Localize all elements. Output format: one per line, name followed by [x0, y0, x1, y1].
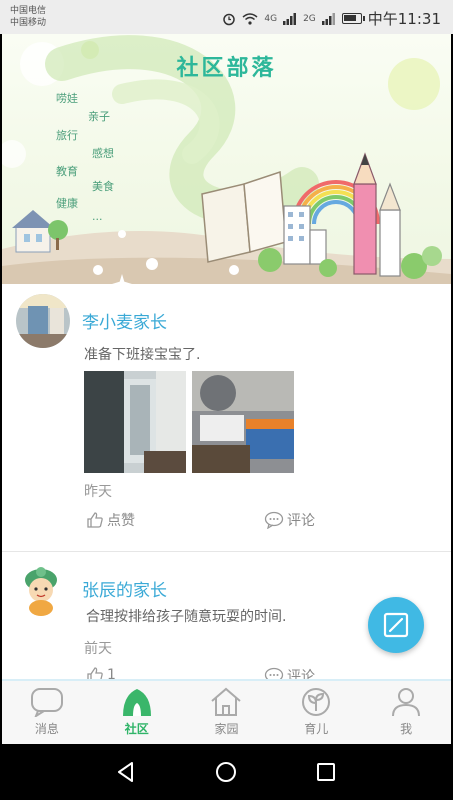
nav-label: 消息 [34, 722, 59, 736]
post-author[interactable]: 张辰的家长 [82, 576, 167, 601]
community-icon [122, 689, 151, 716]
nav-item-home[interactable]: 家园 [182, 681, 272, 744]
tag-label: 亲子 [88, 110, 110, 123]
carrier-info: 中国电信 中国移动 [10, 5, 46, 29]
post-time: 前天 [84, 641, 112, 657]
alarm-icon [223, 13, 236, 25]
post-content: 合理按排给孩子随意玩耍的时间. [86, 609, 287, 625]
avatar[interactable] [16, 294, 70, 348]
thumbs-up-icon [87, 512, 103, 528]
compose-button[interactable] [368, 597, 424, 653]
wifi-icon [242, 12, 258, 25]
post-author[interactable]: 李小麦家长 [82, 308, 167, 333]
home-icon [211, 687, 242, 716]
nav-item-parenting[interactable]: 育儿 [271, 681, 361, 744]
nav-item-messages[interactable]: 消息 [2, 681, 92, 744]
post-card[interactable]: 李小麦家长 准备下班接宝宝了. 昨天 点赞 评论 [2, 284, 451, 552]
comment-icon [264, 511, 284, 529]
avatar[interactable] [18, 566, 64, 616]
carrier-2: 中国移动 [10, 18, 47, 28]
status-bar: 中国电信 中国移动 4G 2G 中午11:31 [0, 0, 453, 34]
status-indicators: 4G 2G 中午11:31 [222, 8, 441, 29]
home-button-icon[interactable] [214, 760, 238, 784]
banner-title: 社区部落 [176, 55, 277, 81]
tags-more: ... [92, 210, 103, 223]
recents-icon[interactable] [314, 760, 338, 784]
battery-icon [341, 13, 365, 24]
bottom-nav: 消息 社区 家园 育儿 我 [2, 679, 451, 744]
nav-label: 社区 [124, 722, 149, 736]
tag-label: 美食 [92, 180, 114, 193]
clock: 中午11:31 [367, 10, 441, 28]
signal-icon [283, 12, 297, 25]
message-icon [30, 688, 63, 717]
tag-label: 感想 [92, 147, 114, 160]
signal-icon [321, 12, 335, 25]
nav-item-community[interactable]: 社区 [92, 681, 182, 744]
tag-label: 旅行 [56, 129, 78, 142]
app-screen: 社区部落 唠娃 亲子 旅行 感想 教育 美食 健康 ... 李小麦家长 准备下班… [2, 34, 451, 744]
community-banner: 社区部落 唠娃 亲子 旅行 感想 教育 美食 健康 ... [2, 34, 451, 284]
post-photo[interactable] [84, 371, 186, 473]
nav-label: 育儿 [304, 722, 329, 736]
post-time: 昨天 [84, 484, 112, 500]
tag-label: 健康 [56, 197, 78, 210]
post-content: 准备下班接宝宝了. [84, 347, 201, 363]
back-icon[interactable] [114, 760, 138, 784]
parenting-icon [302, 688, 331, 716]
network-type-2: 2G [303, 13, 316, 24]
post-photo[interactable] [192, 371, 294, 473]
nav-label: 我 [400, 722, 413, 736]
tag-label: 教育 [56, 165, 78, 178]
carrier-1: 中国电信 [10, 6, 47, 16]
edit-icon [383, 612, 409, 638]
comment-label: 评论 [287, 513, 315, 529]
nav-item-profile[interactable]: 我 [361, 681, 451, 744]
network-type-1: 4G [264, 13, 278, 24]
tag-label: 唠娃 [56, 92, 78, 105]
profile-icon [392, 688, 421, 717]
like-button[interactable]: 点赞 [86, 510, 135, 530]
nav-label: 家园 [214, 722, 239, 736]
like-label: 点赞 [107, 513, 135, 529]
comment-button[interactable]: 评论 [264, 510, 315, 530]
system-nav-bar [0, 744, 453, 800]
